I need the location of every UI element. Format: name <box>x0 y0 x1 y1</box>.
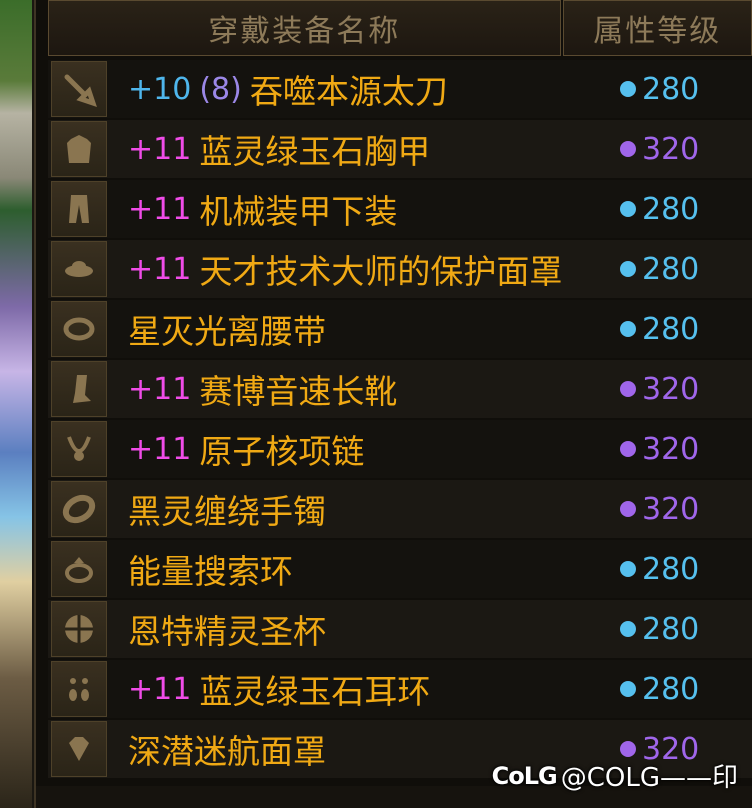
game-background-strip <box>0 0 34 808</box>
item-label: +11 蓝灵绿玉石耳环 <box>128 660 430 718</box>
attribute-level: 320 <box>620 480 699 538</box>
level-value: 320 <box>642 371 700 407</box>
item-name: 恩特精灵圣杯 <box>128 612 326 651</box>
level-value: 280 <box>642 71 700 107</box>
level-value: 280 <box>642 311 700 347</box>
item-label: 黑灵缠绕手镯 <box>128 480 326 538</box>
item-name: 吞噬本源太刀 <box>249 72 448 111</box>
support-icon[interactable] <box>51 601 107 657</box>
level-value: 320 <box>642 131 700 167</box>
level-dot-icon <box>620 621 636 637</box>
equipment-row[interactable]: 恩特精灵圣杯 280 <box>48 600 752 658</box>
equipment-row[interactable]: +10 (8) 吞噬本源太刀 280 <box>48 60 752 118</box>
attribute-level: 320 <box>620 360 699 418</box>
watermark-logo: CoLG <box>491 761 558 790</box>
watermark: CoLG @COLG——印 <box>492 757 738 794</box>
item-label: 恩特精灵圣杯 <box>128 600 326 658</box>
watermark-text: @COLG——印 <box>560 763 738 793</box>
level-dot-icon <box>620 141 636 157</box>
equipment-row[interactable]: +11 蓝灵绿玉石耳环 280 <box>48 660 752 718</box>
enhancement-level: +11 <box>128 371 192 407</box>
level-dot-icon <box>620 741 636 757</box>
magic-stone-icon[interactable] <box>51 721 107 777</box>
level-value: 320 <box>642 491 700 527</box>
attribute-level: 280 <box>620 540 699 598</box>
level-value: 280 <box>642 251 700 287</box>
item-label: 深潜迷航面罩 <box>128 720 326 778</box>
item-name: 黑灵缠绕手镯 <box>128 492 326 531</box>
level-value: 280 <box>642 671 700 707</box>
item-name: 原子核项链 <box>199 432 365 471</box>
level-value: 280 <box>642 611 700 647</box>
item-label: 星灭光离腰带 <box>128 300 326 358</box>
item-name: 深潜迷航面罩 <box>128 732 326 771</box>
item-label: +10 (8) 吞噬本源太刀 <box>128 60 448 118</box>
enhancement-level: +11 <box>128 431 192 467</box>
column-header-name: 穿戴装备名称 <box>48 0 561 56</box>
item-label: +11 天才技术大师的保护面罩 <box>128 240 562 298</box>
equipment-row[interactable]: 能量搜索环 280 <box>48 540 752 598</box>
level-value: 320 <box>642 431 700 467</box>
item-name: 蓝灵绿玉石耳环 <box>199 672 431 711</box>
level-dot-icon <box>620 201 636 217</box>
item-name: 能量搜索环 <box>128 552 293 591</box>
attribute-level: 320 <box>620 120 699 178</box>
ring-icon[interactable] <box>51 541 107 597</box>
level-dot-icon <box>620 81 636 97</box>
attribute-level: 280 <box>620 300 699 358</box>
enhancement-level: +10 <box>128 71 192 107</box>
equipment-list: +10 (8) 吞噬本源太刀 280 +11 蓝灵绿玉石胸甲 320 +11 机械装甲下装 280… <box>48 60 752 780</box>
attribute-level: 280 <box>620 180 699 238</box>
attribute-level: 280 <box>620 60 699 118</box>
bracelet-icon[interactable] <box>51 481 107 537</box>
level-dot-icon <box>620 321 636 337</box>
equipment-row[interactable]: 星灭光离腰带 280 <box>48 300 752 358</box>
attribute-level: 280 <box>620 660 699 718</box>
item-label: +11 原子核项链 <box>128 420 364 478</box>
boots-icon[interactable] <box>51 361 107 417</box>
item-name: 天才技术大师的保护面罩 <box>199 252 563 291</box>
level-dot-icon <box>620 441 636 457</box>
earring-icon[interactable] <box>51 661 107 717</box>
equipment-row[interactable]: 黑灵缠绕手镯 320 <box>48 480 752 538</box>
item-label: +11 机械装甲下装 <box>128 180 397 238</box>
item-label: +11 蓝灵绿玉石胸甲 <box>128 120 430 178</box>
enhancement-level: +11 <box>128 671 192 707</box>
enhancement-level: +11 <box>128 251 192 287</box>
enhancement-level: +11 <box>128 131 192 167</box>
pants-icon[interactable] <box>51 181 107 237</box>
item-name: 机械装甲下装 <box>199 192 398 231</box>
equipment-row[interactable]: +11 机械装甲下装 280 <box>48 180 752 238</box>
chest-armor-icon[interactable] <box>51 121 107 177</box>
level-dot-icon <box>620 261 636 277</box>
shoulder-icon[interactable] <box>51 241 107 297</box>
level-value: 280 <box>642 191 700 227</box>
equipment-row[interactable]: +11 原子核项链 320 <box>48 420 752 478</box>
level-dot-icon <box>620 381 636 397</box>
attribute-level: 280 <box>620 600 699 658</box>
column-header-level: 属性等级 <box>562 0 752 56</box>
item-name: 蓝灵绿玉石胸甲 <box>199 132 431 171</box>
necklace-icon[interactable] <box>51 421 107 477</box>
level-dot-icon <box>620 561 636 577</box>
enhancement-level: +11 <box>128 191 192 227</box>
item-name: 星灭光离腰带 <box>128 312 326 351</box>
belt-icon[interactable] <box>51 301 107 357</box>
table-header: 穿戴装备名称 属性等级 <box>48 0 752 56</box>
item-label: +11 赛博音速长靴 <box>128 360 397 418</box>
attribute-level: 280 <box>620 240 699 298</box>
equipment-row[interactable]: +11 赛博音速长靴 320 <box>48 360 752 418</box>
level-dot-icon <box>620 681 636 697</box>
weapon-icon[interactable] <box>51 61 107 117</box>
item-name: 赛博音速长靴 <box>199 372 398 411</box>
attribute-level: 320 <box>620 420 699 478</box>
amplification-level: (8) <box>199 71 242 107</box>
level-value: 280 <box>642 551 700 587</box>
level-dot-icon <box>620 501 636 517</box>
equipment-row[interactable]: +11 天才技术大师的保护面罩 280 <box>48 240 752 298</box>
equipment-row[interactable]: +11 蓝灵绿玉石胸甲 320 <box>48 120 752 178</box>
item-label: 能量搜索环 <box>128 540 293 598</box>
